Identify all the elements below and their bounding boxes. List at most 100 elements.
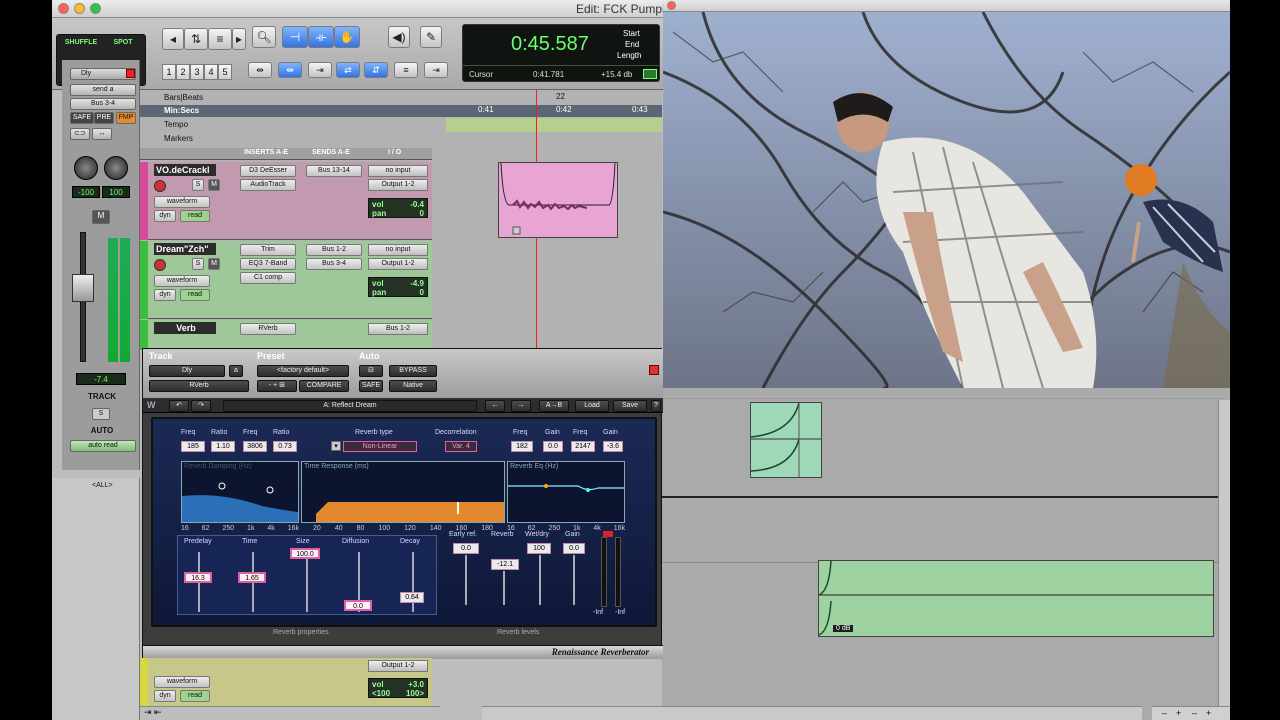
input-select[interactable]: no input: [368, 165, 428, 177]
dyn-button[interactable]: dyn: [154, 210, 176, 222]
speaker-scrub-icon[interactable]: ◀): [388, 26, 410, 48]
track-solo-safe-button[interactable]: S: [92, 408, 110, 420]
automation-mode-select[interactable]: auto read: [70, 440, 136, 452]
bus-slot[interactable]: Bus 3-4: [70, 98, 136, 110]
eq-ratio2-value[interactable]: 0.73: [273, 441, 297, 452]
pre-button[interactable]: PRE: [94, 112, 114, 124]
input-select[interactable]: no input: [368, 244, 428, 256]
insert-eq3[interactable]: EQ3 7-Band: [240, 258, 296, 270]
shuffle-mode[interactable]: SHUFFLE: [61, 39, 101, 47]
eq-freq3-value[interactable]: 182: [511, 441, 533, 452]
zoom-preset-2[interactable]: 2: [176, 64, 190, 80]
selector-tool-icon[interactable]: ⟛: [308, 26, 334, 48]
send-slot[interactable]: send a: [70, 84, 136, 96]
early-ref-value[interactable]: 0.0: [453, 543, 479, 554]
next-preset-button[interactable]: →: [511, 400, 531, 412]
reverb-eq-graph[interactable]: Reverb Eq (Hz): [507, 461, 625, 523]
send-bus-13-14[interactable]: Bus 13-14: [306, 165, 362, 177]
wet-dry-value[interactable]: 100: [527, 543, 551, 554]
dyn-button[interactable]: dyn: [154, 690, 176, 702]
automation-mode[interactable]: read: [180, 690, 210, 702]
zoom-preset-4[interactable]: 4: [204, 64, 218, 80]
horizontal-scrollbar[interactable]: [482, 706, 1142, 720]
zoom-v-minus-icon[interactable]: –: [1192, 708, 1197, 718]
output-select[interactable]: Output 1-2: [368, 258, 428, 270]
preset-select[interactable]: <factory default>: [257, 365, 349, 377]
preset-nav[interactable]: - + ⊞: [257, 380, 297, 392]
close-window-button[interactable]: [58, 3, 69, 14]
mirror-midi-icon[interactable]: ⇵: [364, 62, 388, 78]
mute-button[interactable]: M: [208, 179, 220, 191]
pan-left-knob[interactable]: [74, 156, 98, 180]
automation-mode[interactable]: read: [180, 210, 210, 222]
predelay-value[interactable]: 16.3: [184, 572, 212, 583]
track-view-select[interactable]: waveform: [154, 275, 210, 287]
undo-button[interactable]: ↶: [169, 400, 189, 412]
bypass-button[interactable]: BYPASS: [389, 365, 437, 377]
insertion-follows-icon[interactable]: ⇄: [336, 62, 360, 78]
decorrelation-value[interactable]: Var. 4: [445, 441, 477, 452]
zoom-window-button[interactable]: [90, 3, 101, 14]
audio-clip-vo[interactable]: [498, 162, 618, 238]
grabber-tool-icon[interactable]: ✋: [334, 26, 360, 48]
clip-indicator[interactable]: [603, 531, 613, 537]
native-button[interactable]: Native: [389, 380, 437, 392]
minimize-window-button[interactable]: [74, 3, 85, 14]
trim-tool-icon[interactable]: ⊣: [282, 26, 308, 48]
help-button[interactable]: ?: [651, 400, 661, 412]
safe-button[interactable]: SAFE: [70, 112, 94, 124]
link-timeline-icon[interactable]: ⇹: [278, 62, 302, 78]
mute-button[interactable]: M: [92, 210, 110, 224]
output-select[interactable]: Output 1-2: [368, 660, 428, 672]
insert-d3-deesser[interactable]: D3 DeEsser: [240, 165, 296, 177]
size-value[interactable]: 100.0: [290, 548, 320, 559]
output-select[interactable]: Bus 1-2: [368, 323, 428, 335]
reverb-level-value[interactable]: -12.1: [491, 559, 519, 570]
video-window[interactable]: [663, 12, 1230, 388]
solo-button[interactable]: S: [192, 258, 204, 270]
reverb-type-dropdown-icon[interactable]: ▾: [331, 441, 341, 451]
plugin-close-icon[interactable]: [649, 365, 659, 375]
insert-audiotrack[interactable]: AudioTrack: [240, 179, 296, 191]
stereo-link-icon[interactable]: ↔: [92, 128, 112, 140]
track-vo-decrackl[interactable]: VO.deCrackl S M waveform dyn read D3 DeE…: [140, 162, 432, 240]
zoom-preset-1[interactable]: 1: [162, 64, 176, 80]
plugin-track-select[interactable]: Dly: [149, 365, 225, 377]
volume-fader[interactable]: [72, 274, 94, 302]
solo-button[interactable]: S: [192, 179, 204, 191]
insert-rverb[interactable]: RVerb: [240, 323, 296, 335]
redo-button[interactable]: ↷: [191, 400, 211, 412]
diffusion-value[interactable]: 0.0: [344, 600, 372, 611]
pencil-tool-icon[interactable]: ✎: [420, 26, 442, 48]
eq-gain4-value[interactable]: -3.6: [603, 441, 623, 452]
time-value[interactable]: 1.65: [238, 572, 266, 583]
preset-name-display[interactable]: A: Reflect Dream: [223, 400, 477, 412]
time-response-graph[interactable]: Time Response (ms): [301, 461, 505, 523]
dyn-button[interactable]: dyn: [154, 289, 176, 301]
clip-gain-label[interactable]: 0 dB: [833, 625, 854, 632]
mute-button[interactable]: M: [208, 258, 220, 270]
load-button[interactable]: Load: [575, 400, 609, 412]
eq-freq1-value[interactable]: 185: [181, 441, 205, 452]
vol-pan-display[interactable]: vol -4.9 pan 0: [368, 277, 428, 297]
zoomer-tool-icon[interactable]: 🔍︎: [252, 26, 276, 48]
pan-right-knob[interactable]: [104, 156, 128, 180]
automation-mode[interactable]: read: [180, 289, 210, 301]
main-counter[interactable]: 0:45.587 Start End Length Cursor 0:41.78…: [462, 24, 660, 82]
eq-freq2-value[interactable]: 3806: [243, 441, 267, 452]
vertical-scrollbar[interactable]: [1218, 400, 1230, 706]
waveform-icon[interactable]: [643, 69, 657, 79]
safe-button[interactable]: SAFE: [359, 380, 383, 392]
link-track-icon[interactable]: ⇥: [308, 62, 332, 78]
damping-graph[interactable]: Reverb Damping (Hz): [181, 461, 299, 523]
zoom-audio-icon[interactable]: ⇅: [184, 28, 208, 50]
zoom-preset-3[interactable]: 3: [190, 64, 204, 80]
nudge-icon[interactable]: ⇥: [424, 62, 448, 78]
plugin-select[interactable]: RVerb: [149, 380, 249, 392]
group-all[interactable]: <ALL>: [92, 482, 113, 489]
vol-pan-display[interactable]: vol -0.4 pan 0: [368, 198, 428, 218]
track-dream-zch[interactable]: Dream"Zch" S M waveform dyn read Trim EQ…: [140, 241, 432, 319]
insert-c1-comp[interactable]: C1 comp: [240, 272, 296, 284]
eq-ratio1-value[interactable]: 1.10: [211, 441, 235, 452]
track-view-select[interactable]: waveform: [154, 196, 210, 208]
